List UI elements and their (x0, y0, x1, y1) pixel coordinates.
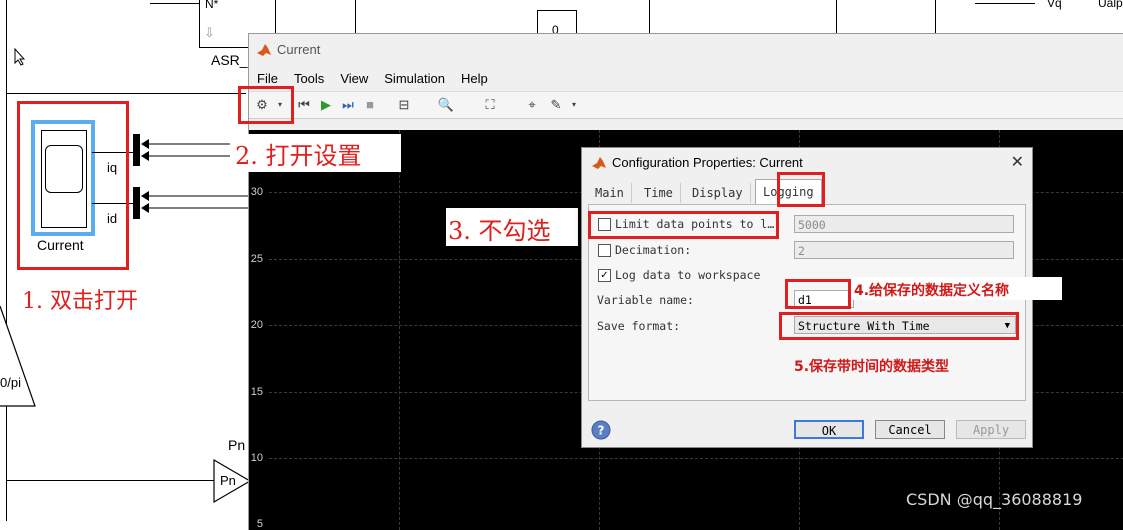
gain-block-text: 0/pi (0, 375, 21, 390)
y-tick-label: 5 (256, 518, 263, 530)
scope-title-text: Current (277, 42, 321, 57)
annotation-box-settings (238, 86, 294, 124)
signal-line (6, 480, 216, 481)
annotation-box-limit (588, 211, 779, 239)
signal-line (355, 0, 356, 33)
limit-points-field[interactable]: 5000 (794, 215, 1014, 233)
signal-line (975, 3, 1035, 4)
menu-help[interactable]: Help (453, 69, 496, 89)
decimation-checkbox[interactable] (598, 244, 611, 257)
variable-name-label: Variable name: (597, 293, 694, 307)
menu-view[interactable]: View (332, 69, 376, 89)
menu-simulation[interactable]: Simulation (376, 69, 453, 89)
log-workspace-label: Log data to workspace (615, 268, 761, 282)
signal-line (935, 0, 936, 33)
save-format-label: Save format: (597, 319, 681, 333)
annotation-step-1: 1. 双击打开 (22, 289, 138, 314)
dialog-title-text: Configuration Properties: Current (612, 155, 803, 170)
run-icon[interactable]: ▶ (317, 96, 335, 114)
y-tick-label: 10 (250, 452, 263, 464)
grid-line (269, 458, 1123, 459)
signal-line (6, 410, 7, 521)
log-workspace-checkbox[interactable]: ✓ (598, 269, 611, 282)
decimation-field[interactable]: 2 (794, 241, 1014, 259)
dialog-title: Configuration Properties: Current (592, 155, 803, 170)
annotation-box-logging-tab (777, 172, 825, 207)
autoscale-icon[interactable]: ⛶ (481, 96, 499, 114)
zoom-in-icon[interactable]: 🔍 (437, 96, 455, 114)
matlab-logo-icon (257, 43, 271, 56)
signal-line (836, 0, 837, 33)
y-tick-label: 25 (250, 253, 263, 265)
watermark: CSDN @qq_36088819 (906, 490, 1083, 509)
signal-hilite-icon[interactable]: ⊟ (395, 96, 413, 114)
decimation-label: Decimation: (615, 243, 692, 257)
help-icon[interactable]: ? (591, 420, 611, 440)
ualpha-label: Ualp (1098, 0, 1123, 10)
matlab-logo-icon (592, 156, 606, 169)
annotation-box-varname (785, 279, 851, 309)
annotation-step-4: 4.给保存的数据定义名称 (854, 283, 1010, 299)
cursor-measure-icon[interactable]: ⌖ (523, 96, 541, 114)
ok-button[interactable]: OK (794, 420, 864, 439)
pn-block-text: Pn (220, 473, 236, 488)
cancel-button[interactable]: Cancel (875, 420, 945, 439)
apply-button[interactable]: Apply (956, 420, 1026, 439)
tab-time[interactable]: Time (637, 183, 681, 203)
y-tick-label: 30 (250, 186, 263, 198)
signal-line (649, 0, 650, 33)
annotation-box-format (779, 312, 1019, 340)
down-arrow-icon: ⇩ (204, 25, 215, 40)
vq-port-label: Vq (1047, 0, 1062, 10)
annotation-box-scope (17, 101, 129, 270)
y-tick-label: 20 (250, 319, 263, 331)
tab-main[interactable]: Main (588, 183, 632, 203)
stop-icon[interactable]: ■ (361, 96, 379, 114)
svg-text:?: ? (598, 424, 605, 438)
y-tick-label: 15 (250, 386, 263, 398)
step-forward-icon[interactable]: ⏭ (339, 96, 357, 114)
signal-line (6, 93, 246, 94)
style-edit-icon[interactable]: ✎ (547, 96, 565, 114)
annotation-step-2: 2. 打开设置 (235, 142, 362, 170)
pn-block-label: Pn (228, 437, 246, 453)
scope-window-title: Current (257, 42, 320, 57)
annotation-step-3: 3. 不勾选 (448, 217, 551, 245)
style-dropdown-icon[interactable]: ▾ (565, 96, 583, 114)
scope-toolbar: ⚙ ▾ ⏮ ▶ ⏭ ■ ⊟ 🔍 ⛶ ⌖ ✎ ▾ (249, 91, 1123, 119)
mouse-cursor-icon (14, 48, 26, 66)
close-icon[interactable]: ✕ (1011, 152, 1024, 172)
tab-display[interactable]: Display (685, 183, 751, 203)
annotation-step-5: 5.保存带时间的数据类型 (794, 359, 950, 375)
signal-line (150, 3, 199, 4)
constant-block[interactable]: 0 (537, 10, 577, 37)
asr-label: ASR_ (211, 52, 248, 68)
n-port-label: N* (205, 0, 219, 11)
step-back-icon[interactable]: ⏮ (295, 96, 313, 114)
grid-line (399, 130, 400, 530)
